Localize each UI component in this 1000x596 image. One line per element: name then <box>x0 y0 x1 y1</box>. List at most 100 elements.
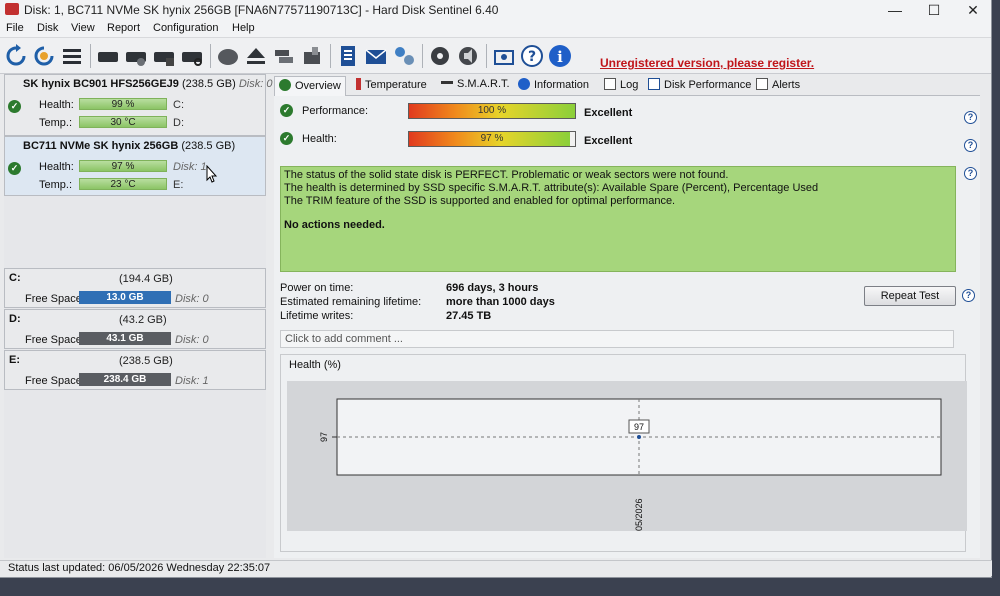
svg-text:i: i <box>557 48 563 66</box>
repeat-test-button[interactable]: Repeat Test <box>864 286 956 306</box>
overview-panel: ✓ Performance: 100 % Excellent ? ✓ Healt… <box>274 96 980 558</box>
dash-icon <box>441 81 453 84</box>
settings-icon[interactable] <box>428 44 452 68</box>
status-bar: Status last updated: 06/05/2026 Wednesda… <box>0 560 992 576</box>
disk-title: BC711 NVMe SK hynix 256GB (238.5 GB) <box>23 140 236 152</box>
free-space-label: Free Space <box>25 375 82 387</box>
volume-entry-c[interactable]: C: (194.4 GB) Free Space 13.0 GB Disk: 0 <box>4 268 266 308</box>
mail-icon[interactable] <box>364 44 388 68</box>
performance-bar: 100 % <box>408 103 576 119</box>
tab-disk-performance[interactable]: Disk Performance <box>644 76 755 96</box>
tab-log[interactable]: Log <box>600 76 642 96</box>
refresh-icon[interactable] <box>4 44 28 68</box>
check-icon <box>279 79 291 91</box>
menu-report[interactable]: Report <box>107 22 140 34</box>
disk-copy-icon[interactable] <box>300 44 324 68</box>
status-last-updated: Status last updated: 06/05/2026 Wednesda… <box>8 562 271 574</box>
disk-entry-0[interactable]: SK hynix BC901 HFS256GEJ9 (238.5 GB) Dis… <box>4 74 272 136</box>
health-chart: 97 97 06/05/2026 <box>287 381 967 531</box>
menu-help[interactable]: Help <box>232 22 255 34</box>
minimize-button[interactable]: — <box>880 2 910 18</box>
unregistered-link[interactable]: Unregistered version, please register. <box>600 56 814 70</box>
log-icon <box>604 78 616 90</box>
remaining-lifetime-value: more than 1000 days <box>446 296 555 308</box>
tab-information[interactable]: Information <box>514 76 593 96</box>
status-line: The TRIM feature of the SSD is supported… <box>284 195 676 207</box>
disk-stack-icon[interactable] <box>272 44 296 68</box>
network-icon[interactable] <box>392 44 416 68</box>
status-action: No actions needed. <box>284 219 385 231</box>
help-icon[interactable]: ? <box>964 111 977 124</box>
help-icon[interactable]: ? <box>964 167 977 180</box>
free-space-bar: 238.4 GB <box>79 373 171 386</box>
health-grade: Excellent <box>584 135 633 147</box>
health-bar: 97 % <box>408 131 576 147</box>
performance-grade: Excellent <box>584 107 633 119</box>
main-window: Disk: 1, BC711 NVMe SK hynix 256GB [FNA6… <box>0 0 992 578</box>
help-icon[interactable]: ? <box>520 44 544 68</box>
tab-overview[interactable]: Overview <box>274 76 346 96</box>
disk-test-icon[interactable] <box>124 44 148 68</box>
ok-check-icon: ✓ <box>8 162 21 175</box>
disk-title: SK hynix BC901 HFS256GEJ9 (238.5 GB) Dis… <box>23 78 273 90</box>
volume-size: (43.2 GB) <box>119 314 167 326</box>
svg-text:?: ? <box>528 49 536 65</box>
health-bar: 99 % <box>79 98 167 110</box>
lifetime-writes-value: 27.45 TB <box>446 310 492 322</box>
power-on-value: 696 days, 3 hours <box>446 282 539 294</box>
disk-search-icon[interactable] <box>180 44 204 68</box>
info-icon[interactable]: i <box>548 44 572 68</box>
health-label: Health: <box>302 133 337 145</box>
remaining-lifetime-label: Estimated remaining lifetime: <box>280 296 422 308</box>
disk-schedule-icon[interactable] <box>152 44 176 68</box>
drive-letter: E: <box>173 179 184 191</box>
close-button[interactable]: ✕ <box>958 2 988 18</box>
volume-letter: D: <box>9 313 21 325</box>
volume-disk: Disk: 0 <box>175 334 209 346</box>
toolbar: ? i Unregistered version, please registe… <box>0 38 991 74</box>
health-label: Health: <box>39 99 74 111</box>
volume-disk: Disk: 0 <box>175 293 209 305</box>
disk-gray-icon[interactable] <box>216 44 240 68</box>
comment-input[interactable]: Click to add comment ... <box>280 330 954 348</box>
data-point <box>637 435 641 439</box>
status-line: The status of the solid state disk is PE… <box>284 169 729 181</box>
disk-list-panel: SK hynix BC901 HFS256GEJ9 (238.5 GB) Dis… <box>4 74 272 558</box>
maximize-button[interactable]: ☐ <box>919 2 949 18</box>
menu-disk[interactable]: Disk <box>37 22 58 34</box>
menu-file[interactable]: File <box>6 22 24 34</box>
menu-configuration[interactable]: Configuration <box>153 22 218 34</box>
sound-icon[interactable] <box>456 44 480 68</box>
disk-label: Disk: 1 <box>173 161 207 173</box>
disk-entry-1[interactable]: BC711 NVMe SK hynix 256GB (238.5 GB) ✓ H… <box>4 136 266 196</box>
help-icon[interactable]: ? <box>962 289 975 302</box>
status-line: The health is determined by SSD specific… <box>284 182 819 194</box>
status-message-box: The status of the solid state disk is PE… <box>280 166 956 272</box>
health-bar: 97 % <box>79 160 167 172</box>
help-icon[interactable]: ? <box>964 139 977 152</box>
volume-letter: C: <box>9 272 21 284</box>
tab-smart[interactable]: S.M.A.R.T. <box>437 76 514 96</box>
tab-temperature[interactable]: Temperature <box>352 76 431 96</box>
chart-icon <box>648 78 660 90</box>
drive-letter: C: <box>173 99 184 111</box>
menu-bar: File Disk View Report Configuration Help <box>0 20 991 38</box>
disk-hdd-icon[interactable] <box>96 44 120 68</box>
free-space-bar: 13.0 GB <box>79 291 171 304</box>
window-title: Disk: 1, BC711 NVMe SK hynix 256GB [FNA6… <box>24 3 499 17</box>
tab-alerts[interactable]: Alerts <box>752 76 804 96</box>
free-space-label: Free Space <box>25 334 82 346</box>
list-icon[interactable] <box>60 44 84 68</box>
drive-letter: D: <box>173 117 184 129</box>
menu-view[interactable]: View <box>71 22 95 34</box>
health-label: Health: <box>39 161 74 173</box>
camera-icon[interactable] <box>492 44 516 68</box>
report-icon[interactable] <box>336 44 360 68</box>
health-chart-frame: Health (%) 97 97 06/05/2026 <box>280 354 967 552</box>
eject-icon[interactable] <box>244 44 268 68</box>
volume-letter: E: <box>9 354 20 366</box>
volume-entry-e[interactable]: E: (238.5 GB) Free Space 238.4 GB Disk: … <box>4 350 266 390</box>
x-tick-label: 06/05/2026 <box>634 498 644 531</box>
volume-entry-d[interactable]: D: (43.2 GB) Free Space 43.1 GB Disk: 0 <box>4 309 266 349</box>
refresh-all-icon[interactable] <box>32 44 56 68</box>
